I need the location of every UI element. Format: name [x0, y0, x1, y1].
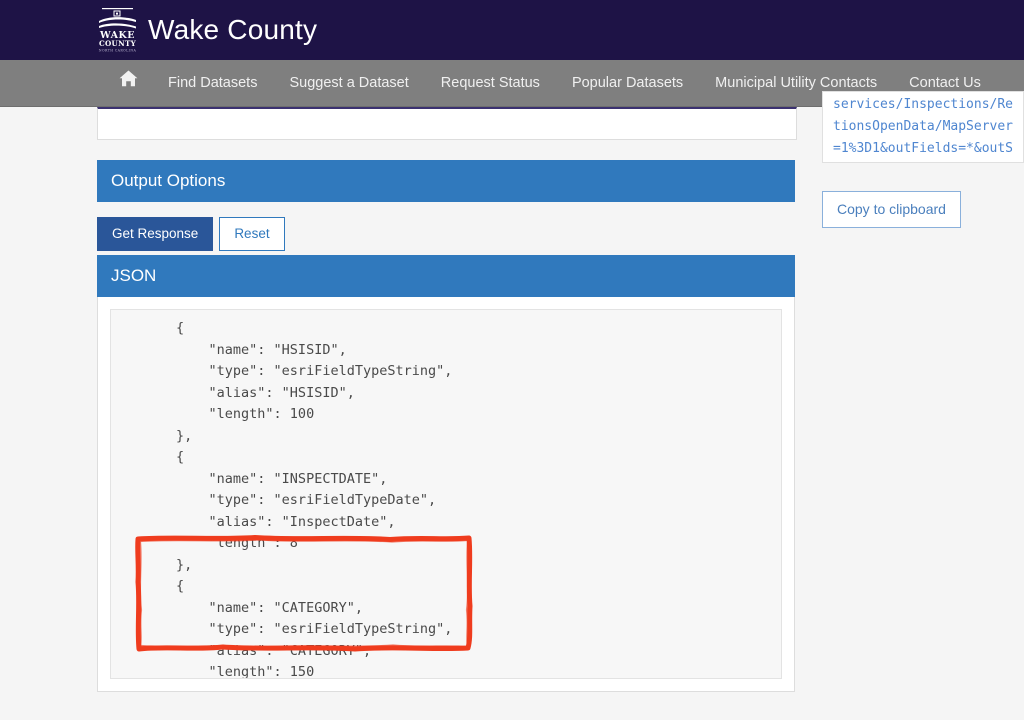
- output-options-section-header: Output Options: [97, 160, 795, 202]
- site-title: Wake County: [148, 14, 318, 45]
- svg-text:COUNTY: COUNTY: [99, 39, 137, 48]
- json-response-panel: { "name": "HSISID", "type": "esriFieldTy…: [97, 297, 795, 692]
- parameters-panel-remnant: [97, 107, 797, 140]
- site-header: WAKE COUNTY NORTH CAROLINA Wake County: [0, 0, 1024, 60]
- svg-text:NORTH CAROLINA: NORTH CAROLINA: [99, 49, 137, 53]
- nav-item-suggest-a-dataset[interactable]: Suggest a Dataset: [273, 60, 424, 107]
- page-body: Output Options Get Response Reset JSON {…: [0, 91, 1024, 720]
- wake-county-logo[interactable]: WAKE COUNTY NORTH CAROLINA: [94, 5, 141, 53]
- json-response-text[interactable]: { "name": "HSISID", "type": "esriFieldTy…: [110, 309, 782, 679]
- wake-county-logo-icon: WAKE COUNTY NORTH CAROLINA: [94, 5, 141, 53]
- nav-item-popular-datasets[interactable]: Popular Datasets: [556, 60, 699, 107]
- action-button-row: Get Response Reset: [97, 217, 285, 251]
- home-icon: [119, 60, 138, 107]
- nav-home-link[interactable]: [105, 60, 152, 107]
- get-response-button[interactable]: Get Response: [97, 217, 214, 251]
- nav-item-find-datasets[interactable]: Find Datasets: [152, 60, 273, 107]
- json-section-header: JSON: [97, 255, 795, 297]
- reset-button[interactable]: Reset: [219, 217, 285, 251]
- nav-item-request-status[interactable]: Request Status: [425, 60, 556, 107]
- copy-to-clipboard-button[interactable]: Copy to clipboard: [822, 191, 961, 228]
- request-url-text: services/Inspections/Re tionsOpenData/Ma…: [833, 97, 1014, 156]
- request-url-box[interactable]: services/Inspections/Re tionsOpenData/Ma…: [822, 91, 1024, 163]
